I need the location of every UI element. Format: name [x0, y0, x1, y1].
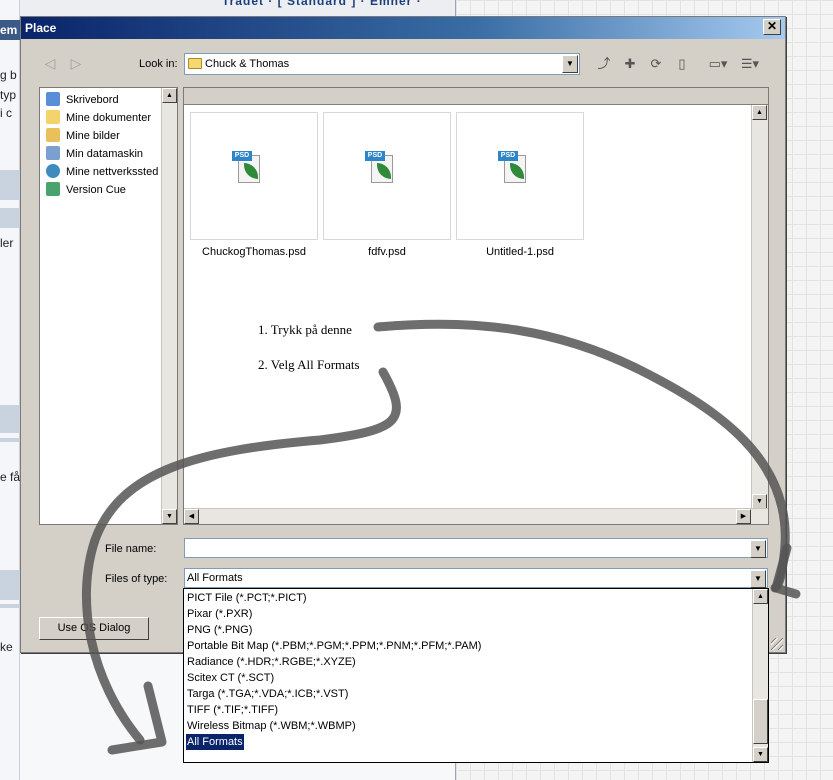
- chevron-down-icon[interactable]: ▼: [750, 570, 766, 588]
- dropdown-option[interactable]: Wireless Bitmap (*.WBM;*.WBMP): [186, 718, 357, 734]
- dropdown-option[interactable]: Radiance (*.HDR;*.RGBE;*.XYZE): [186, 654, 357, 670]
- file-tile[interactable]: PSD: [456, 112, 584, 240]
- desktop-icon: [46, 92, 60, 106]
- background-band: [0, 170, 20, 200]
- place-item-version-cue[interactable]: Version Cue: [46, 182, 126, 198]
- network-icon: [46, 164, 60, 178]
- chevron-down-icon[interactable]: ▼: [750, 540, 766, 558]
- background-text-fragment: g b: [0, 68, 17, 82]
- scroll-down-icon[interactable]: ▼: [752, 494, 767, 509]
- file-list-scrollbar[interactable]: ▲ ▼: [751, 105, 768, 509]
- resize-grip[interactable]: [771, 638, 783, 650]
- computer-icon: [46, 146, 60, 160]
- scroll-left-icon[interactable]: ◀: [184, 509, 199, 524]
- chevron-down-icon[interactable]: ▼: [562, 55, 578, 73]
- scroll-up-icon[interactable]: ▲: [753, 589, 768, 604]
- dropdown-option[interactable]: PICT File (*.PCT;*.PICT): [186, 590, 308, 606]
- file-list-hscrollbar[interactable]: ◀ ▶: [184, 508, 768, 524]
- background-text-fragment: ke: [0, 640, 13, 654]
- dropdown-option[interactable]: PNG (*.PNG): [186, 622, 253, 638]
- psd-file-icon: PSD: [232, 151, 264, 185]
- scroll-down-icon[interactable]: ▼: [162, 509, 177, 524]
- files-of-type-label: Files of type:: [105, 573, 168, 585]
- pictures-icon: [46, 128, 60, 142]
- version-cue-menu-icon[interactable]: ▭▾: [705, 55, 731, 73]
- background-band: [0, 570, 20, 600]
- background-title-fragment: em: [0, 20, 20, 40]
- file-name-input[interactable]: ▼: [184, 538, 768, 558]
- file-tile[interactable]: PSD: [323, 112, 451, 240]
- dropdown-option[interactable]: Portable Bit Map (*.PBM;*.PGM;*.PPM;*.PN…: [186, 638, 482, 654]
- scroll-down-icon[interactable]: ▼: [753, 747, 768, 762]
- place-dialog: Place ✕ ◁ ▷ Look in: Chuck & Thomas ▼ ⤴ …: [20, 16, 786, 653]
- background-band: [0, 438, 20, 442]
- psd-file-icon: PSD: [498, 151, 530, 185]
- use-os-dialog-button[interactable]: Use OS Dialog: [39, 617, 149, 640]
- file-name-label[interactable]: fdfv.psd: [323, 246, 451, 258]
- background-band: [0, 604, 20, 608]
- files-of-type-dropdown: PICT File (*.PCT;*.PICT) Pixar (*.PXR) P…: [183, 588, 769, 763]
- background-text-fragment: e få: [0, 470, 20, 484]
- up-folder-icon[interactable]: ⤴: [595, 55, 613, 73]
- background-text-fragment: ler: [0, 236, 14, 250]
- documents-icon: [46, 110, 60, 124]
- close-button[interactable]: ✕: [763, 19, 781, 35]
- scroll-thumb[interactable]: [753, 699, 768, 744]
- dropdown-option[interactable]: Pixar (*.PXR): [186, 606, 253, 622]
- scroll-up-icon[interactable]: ▲: [162, 88, 177, 103]
- place-item-mine-dokumenter[interactable]: Mine dokumenter: [46, 110, 151, 126]
- file-list: PSD ChuckogThomas.psd PSD fdfv.psd PSD U…: [183, 87, 769, 525]
- annotation-step-2: 2. Velg All Formats: [258, 357, 360, 372]
- place-item-mine-nettverkssted[interactable]: Mine nettverkssted: [46, 164, 158, 180]
- psd-file-icon: PSD: [365, 151, 397, 185]
- files-of-type-select[interactable]: All Formats ▼: [184, 568, 768, 588]
- dropdown-option[interactable]: Targa (*.TGA;*.VDA;*.ICB;*.VST): [186, 686, 349, 702]
- look-in-value: Chuck & Thomas: [205, 58, 290, 70]
- scroll-right-icon[interactable]: ▶: [736, 509, 751, 524]
- places-list: Skrivebord Mine dokumenter Mine bilder M…: [39, 87, 178, 525]
- dropdown-scrollbar[interactable]: ▲ ▼: [752, 589, 768, 762]
- file-list-header: [184, 88, 768, 105]
- version-cue-icon: [46, 182, 60, 196]
- look-in-combo[interactable]: Chuck & Thomas ▼: [184, 53, 580, 75]
- file-name-label[interactable]: ChuckogThomas.psd: [190, 246, 318, 258]
- dropdown-option-selected[interactable]: All Formats: [186, 734, 244, 750]
- refresh-icon[interactable]: ⟳: [647, 55, 665, 73]
- back-arrow-icon[interactable]: ◁: [41, 55, 59, 71]
- new-folder-icon[interactable]: ✚: [621, 55, 639, 73]
- background-band: [0, 208, 20, 228]
- place-item-min-datamaskin[interactable]: Min datamaskin: [46, 146, 143, 162]
- place-item-skrivebord[interactable]: Skrivebord: [46, 92, 119, 108]
- look-in-label: Look in:: [139, 58, 178, 70]
- scroll-up-icon[interactable]: ▲: [752, 105, 767, 120]
- background-text-fragment: i c: [0, 106, 12, 120]
- view-menu-icon[interactable]: ☰▾: [737, 55, 763, 73]
- background-band: [0, 405, 20, 433]
- dialog-titlebar[interactable]: Place ✕: [21, 17, 785, 39]
- files-of-type-value: All Formats: [187, 572, 243, 584]
- background-nav-links[interactable]: Trådet · [ Standard ] · Emner ·: [222, 0, 422, 8]
- folder-icon: [188, 58, 202, 69]
- background-text-fragment: typ: [0, 88, 17, 102]
- file-name-label[interactable]: Untitled-1.psd: [456, 246, 584, 258]
- file-tile[interactable]: PSD: [190, 112, 318, 240]
- place-item-mine-bilder[interactable]: Mine bilder: [46, 128, 120, 144]
- dropdown-option[interactable]: TIFF (*.TIF;*.TIFF): [186, 702, 279, 718]
- annotation-step-1: 1. Trykk på denne: [258, 322, 352, 337]
- forward-arrow-icon[interactable]: ▷: [67, 55, 85, 71]
- dialog-title: Place: [25, 21, 57, 35]
- file-name-label: File name:: [105, 543, 157, 555]
- delete-icon[interactable]: ▯: [673, 55, 691, 73]
- places-scrollbar[interactable]: ▲ ▼: [161, 88, 177, 524]
- dropdown-option[interactable]: Scitex CT (*.SCT): [186, 670, 275, 686]
